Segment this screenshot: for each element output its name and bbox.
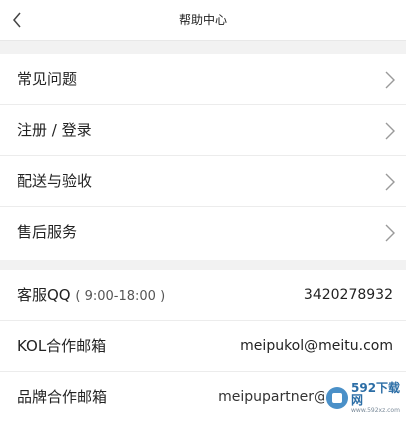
list-item-label: 常见问题 <box>17 70 78 88</box>
qq-number[interactable]: 3420278932 <box>304 270 393 321</box>
contact-row-kol[interactable]: KOL合作邮箱 meipukol@meitu.com <box>0 321 406 372</box>
list-item-label: 配送与验收 <box>17 172 93 190</box>
qq-label: 客服QQ <box>17 286 71 304</box>
qq-hours: ( 9:00-18:00 ) <box>75 289 166 304</box>
nav-bar: 帮助中心 <box>0 0 406 41</box>
chevron-right-icon <box>385 224 395 242</box>
chevron-right-icon <box>385 122 395 140</box>
kol-email-label: KOL合作邮箱 <box>17 337 107 355</box>
brand-email-label: 品牌合作邮箱 <box>17 388 108 406</box>
list-item-faq[interactable]: 常见问题 <box>0 54 406 105</box>
help-center-screen: 帮助中心 常见问题 注册 / 登录 配送与验收 售后服务 客服QQ (9:00… <box>0 0 406 427</box>
contact-label-qq: 客服QQ ( 9:00-18:00 ) <box>17 270 165 322</box>
site-watermark: 592下载网 www.592xz.com <box>324 381 402 414</box>
list-item-label: 注册 / 登录 <box>17 121 92 139</box>
watermark-title: 592下载网 <box>351 381 401 407</box>
list-item-label: 售后服务 <box>17 223 78 241</box>
brand-email-value[interactable]: meipupartner@ <box>218 372 328 423</box>
list-item-register-login[interactable]: 注册 / 登录 <box>0 105 406 156</box>
chevron-right-icon <box>385 173 395 191</box>
watermark-url: www.592xz.com <box>351 407 400 414</box>
watermark-logo-icon <box>326 387 348 409</box>
chevron-right-icon <box>385 71 395 89</box>
list-item-delivery[interactable]: 配送与验收 <box>0 156 406 207</box>
kol-email-value[interactable]: meipukol@meitu.com <box>240 321 393 372</box>
contact-row-qq[interactable]: 客服QQ ( 9:00-18:00 ) 3420278932 <box>0 270 406 321</box>
page-title: 帮助中心 <box>178 13 227 27</box>
list-item-after-sales[interactable]: 售后服务 <box>0 207 406 258</box>
help-topics-list: 常见问题 注册 / 登录 配送与验收 售后服务 <box>0 54 406 260</box>
